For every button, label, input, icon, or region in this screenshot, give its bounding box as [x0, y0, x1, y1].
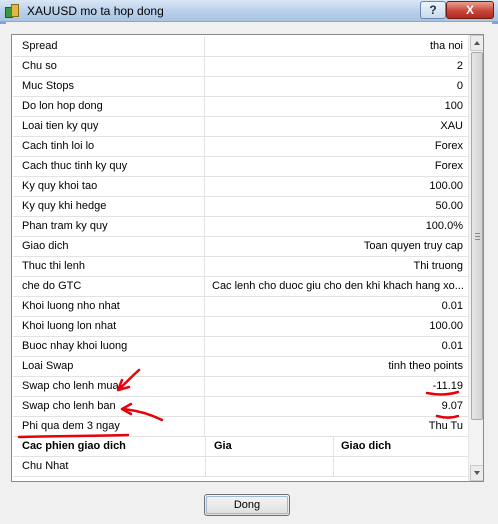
property-key: Swap cho lenh ban [13, 397, 205, 416]
property-row[interactable]: Cach thuc tinh ky quy Forex [13, 157, 468, 177]
property-key: Phan tram ky quy [13, 217, 205, 236]
column-divider [333, 457, 334, 476]
property-grid[interactable]: Spread tha noi Chu so 2 Muc Stops 0 Do lon hop… [11, 34, 484, 482]
scroll-up-arrow-icon[interactable] [470, 35, 483, 51]
property-row[interactable]: che do GTC Cac lenh cho duoc giu cho den … [13, 277, 468, 297]
property-key: Cach tinh loi lo [13, 137, 205, 156]
property-row[interactable]: Spread tha noi [13, 37, 468, 57]
property-row[interactable]: Phi qua dem 3 ngay Thu Tu [13, 417, 468, 437]
property-key: Ky quy khoi tao [13, 177, 205, 196]
frame-edge [0, 22, 6, 24]
property-key: Giao dich [13, 237, 205, 256]
frame-edge [492, 22, 498, 24]
property-value: 100.00 [429, 180, 463, 192]
property-row[interactable]: Ky quy khoi tao 100.00 [13, 177, 468, 197]
property-row[interactable]: Ky quy khi hedge 50.00 [13, 197, 468, 217]
property-key: Khoi luong lon nhat [13, 317, 205, 336]
property-key: Spread [13, 37, 205, 56]
property-value: 0.01 [441, 340, 463, 352]
column-divider [333, 437, 334, 456]
column-divider [205, 457, 206, 476]
property-key: Muc Stops [13, 77, 205, 96]
property-value: 0.01 [441, 300, 463, 312]
property-key: Buoc nhay khoi luong [13, 337, 205, 356]
title-bar: XAUUSD mo ta hop dong ? X [0, 0, 498, 22]
column-divider [205, 437, 206, 456]
property-value: 100.00 [429, 320, 463, 332]
property-value: tinh theo points [388, 360, 463, 372]
property-key: che do GTC [13, 277, 205, 296]
property-value: Cac lenh cho duoc giu cho den khi khach … [212, 280, 464, 292]
property-value: 100.0% [425, 220, 463, 232]
property-key: Do lon hop dong [13, 97, 205, 116]
vertical-scrollbar[interactable] [468, 35, 483, 481]
property-value: 0 [456, 80, 463, 92]
sessions-header-row: Cac phien giao dich Gia Giao dich [13, 437, 468, 457]
scroll-thumb[interactable] [471, 52, 483, 420]
sessions-column-header: Giao dich [341, 440, 392, 452]
dong-button-label: Dong [233, 499, 261, 511]
property-key: Loai Swap [13, 357, 205, 376]
property-row[interactable]: Khoi luong nho nhat 0.01 [13, 297, 468, 317]
property-value: 100 [444, 100, 463, 112]
property-key: Loai tien ky quy [13, 117, 205, 136]
window-title: XAUUSD mo ta hop dong [27, 4, 164, 18]
property-row[interactable]: Khoi luong lon nhat 100.00 [13, 317, 468, 337]
property-value: Forex [434, 140, 463, 152]
property-key: Ky quy khi hedge [13, 197, 205, 216]
sessions-column-header: Cac phien giao dich [22, 440, 126, 452]
property-row[interactable]: Thuc thi lenh Thi truong [13, 257, 468, 277]
property-value: XAU [440, 120, 463, 132]
property-row[interactable]: Buoc nhay khoi luong 0.01 [13, 337, 468, 357]
property-value: Forex [434, 160, 463, 172]
property-key: Cach thuc tinh ky quy [13, 157, 205, 176]
property-key: Phi qua dem 3 ngay [13, 417, 205, 436]
app-chart-icon [5, 4, 19, 18]
close-button[interactable]: X [446, 1, 494, 19]
property-row[interactable]: Giao dich Toan quyen truy cap [13, 237, 468, 257]
property-value: Toan quyen truy cap [363, 240, 463, 252]
property-row[interactable]: Phan tram ky quy 100.0% [13, 217, 468, 237]
property-value: 9.07 [441, 400, 463, 412]
property-key: Swap cho lenh mua [13, 377, 205, 396]
property-row[interactable]: Chu so 2 [13, 57, 468, 77]
property-value: -11.19 [432, 380, 463, 392]
sessions-column-header: Gia [214, 440, 232, 452]
property-value: Thi truong [413, 260, 463, 272]
property-row[interactable]: Muc Stops 0 [13, 77, 468, 97]
scroll-down-arrow-icon[interactable] [470, 465, 483, 481]
property-row[interactable]: Swap cho lenh mua -11.19 [13, 377, 468, 397]
property-value: Thu Tu [428, 420, 463, 432]
property-row[interactable]: Swap cho lenh ban 9.07 [13, 397, 468, 417]
property-row[interactable]: Loai Swap tinh theo points [13, 357, 468, 377]
property-row[interactable]: Do lon hop dong 100 [13, 97, 468, 117]
session-row[interactable]: Chu Nhat [13, 457, 468, 477]
property-value: 50.00 [435, 200, 463, 212]
property-key: Chu so [13, 57, 205, 76]
property-value: tha noi [429, 40, 463, 52]
property-value: 2 [456, 60, 463, 72]
property-key: Thuc thi lenh [13, 257, 205, 276]
property-key: Khoi luong nho nhat [13, 297, 205, 316]
help-button[interactable]: ? [420, 1, 446, 19]
property-row[interactable]: Loai tien ky quy XAU [13, 117, 468, 137]
session-day: Chu Nhat [22, 460, 69, 472]
property-row[interactable]: Cach tinh loi lo Forex [13, 137, 468, 157]
property-rows: Spread tha noi Chu so 2 Muc Stops 0 Do lon hop… [13, 37, 468, 477]
dong-button[interactable]: Dong [204, 494, 290, 516]
